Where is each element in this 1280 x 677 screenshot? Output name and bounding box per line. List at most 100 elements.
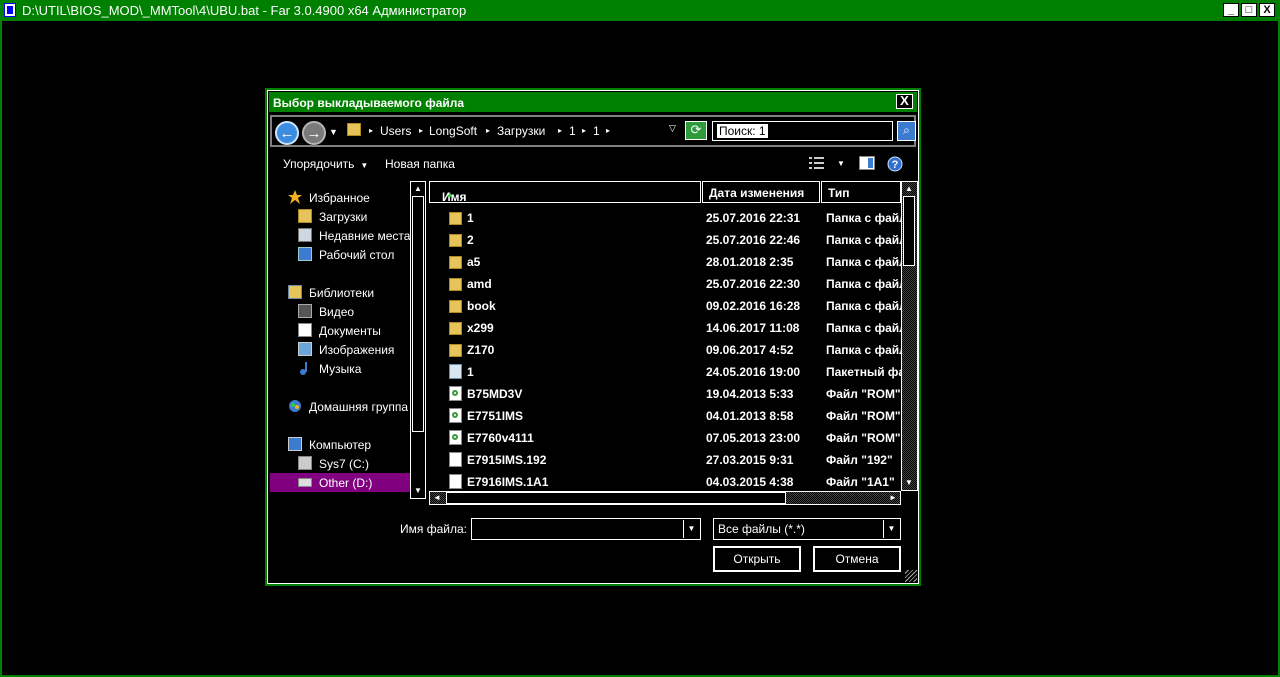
table-row[interactable]: 1 24.05.2016 19:00 Пакетный файл xyxy=(429,361,901,383)
desktop-icon xyxy=(298,247,312,261)
scroll-up-arrow[interactable]: ▲ xyxy=(902,182,916,196)
rom-file-icon xyxy=(449,408,462,423)
scroll-right-arrow[interactable]: ► xyxy=(886,491,900,503)
minimize-button[interactable]: _ xyxy=(1223,3,1239,17)
search-input[interactable]: Поиск: 1 xyxy=(712,121,893,141)
folder-icon xyxy=(449,322,462,335)
breadcrumb-folder-1-current[interactable]: 1 xyxy=(593,124,600,138)
nav-computer[interactable]: Компьютер xyxy=(270,435,411,454)
scroll-down-arrow[interactable]: ▼ xyxy=(902,476,916,490)
file-icon xyxy=(449,474,462,489)
file-list-vscrollbar[interactable]: ▲ ▼ xyxy=(901,181,918,491)
column-header-name[interactable]: Имя ▲ xyxy=(429,181,701,203)
file-name: 1 xyxy=(467,211,474,225)
breadcrumb[interactable]: ▸ Users ▸ LongSoft ▸ Загрузки ▸ 1 ▸ 1 ▸ xyxy=(345,120,708,142)
breadcrumb-folder-1[interactable]: 1 xyxy=(569,124,576,138)
breadcrumb-separator[interactable]: ▸ xyxy=(486,126,490,135)
chevron-down-icon[interactable]: ▼ xyxy=(883,520,899,538)
file-type-filter-select[interactable]: Все файлы (*.*) ▼ xyxy=(713,518,901,540)
navigation-scrollbar[interactable]: ▲ ▼ xyxy=(410,181,426,499)
table-row[interactable]: B75MD3V 19.04.2013 5:33 Файл "ROM" xyxy=(429,383,901,405)
nav-label: Музыка xyxy=(319,362,362,376)
table-row[interactable]: E7915IMS.192 27.03.2015 9:31 Файл "192" xyxy=(429,449,901,471)
nav-documents[interactable]: Документы xyxy=(270,321,411,340)
view-options-dropdown[interactable]: ▼ xyxy=(837,159,845,168)
system-drive-icon xyxy=(298,456,312,470)
preview-pane-icon[interactable] xyxy=(859,156,875,170)
scroll-thumb[interactable] xyxy=(412,196,424,432)
breadcrumb-separator[interactable]: ▸ xyxy=(606,126,610,135)
search-text: Поиск: 1 xyxy=(717,124,768,138)
close-button[interactable]: X xyxy=(1259,3,1275,17)
file-list-hscrollbar[interactable]: ◄ ► xyxy=(429,491,901,505)
resize-grip[interactable] xyxy=(905,570,917,582)
organize-label: Упорядочить xyxy=(283,157,355,171)
folder-icon xyxy=(449,212,462,225)
file-dialog: Выбор выкладываемого файла X ← → ▼ ▸ Use… xyxy=(265,88,921,586)
scroll-thumb[interactable] xyxy=(446,492,786,504)
file-type: Папка с файлами xyxy=(826,299,901,313)
recent-pages-dropdown[interactable]: ▼ xyxy=(329,127,338,137)
documents-icon xyxy=(298,323,312,337)
file-date: 25.07.2016 22:31 xyxy=(706,211,801,225)
table-row[interactable]: 2 25.07.2016 22:46 Папка с файлами xyxy=(429,229,901,251)
navigation-pane: Избранное Загрузки Недавние места Рабочи… xyxy=(270,181,411,499)
new-folder-button[interactable]: Новая папка xyxy=(385,157,455,171)
breadcrumb-separator[interactable]: ▸ xyxy=(369,126,373,135)
scroll-down-arrow[interactable]: ▼ xyxy=(411,484,425,498)
table-row[interactable]: amd 25.07.2016 22:30 Папка с файлами xyxy=(429,273,901,295)
nav-drive-d[interactable]: Other (D:) xyxy=(270,473,411,492)
table-row[interactable]: 1 25.07.2016 22:31 Папка с файлами xyxy=(429,207,901,229)
table-row[interactable]: E7760v4111 07.05.2013 23:00 Файл "ROM" xyxy=(429,427,901,449)
refresh-button[interactable]: ⟳ xyxy=(685,121,707,140)
table-row[interactable]: x299 14.06.2017 11:08 Папка с файлами xyxy=(429,317,901,339)
table-row[interactable]: book 09.02.2016 16:28 Папка с файлами xyxy=(429,295,901,317)
table-row[interactable]: a5 28.01.2018 2:35 Папка с файлами xyxy=(429,251,901,273)
nav-recent-places[interactable]: Недавние места xyxy=(270,226,411,245)
file-date: 25.07.2016 22:46 xyxy=(706,233,801,247)
nav-downloads[interactable]: Загрузки xyxy=(270,207,411,226)
dialog-close-button[interactable]: X xyxy=(896,94,913,109)
nav-favorites[interactable]: Избранное xyxy=(270,188,411,207)
organize-menu[interactable]: Упорядочить ▼ xyxy=(283,157,368,171)
sort-ascending-icon: ▲ xyxy=(446,190,454,199)
breadcrumb-separator[interactable]: ▸ xyxy=(582,126,586,135)
back-button[interactable]: ← xyxy=(275,121,299,145)
folder-icon xyxy=(449,234,462,247)
table-row[interactable]: E7751IMS 04.01.2013 8:58 Файл "ROM" xyxy=(429,405,901,427)
file-name: E7915IMS.192 xyxy=(467,453,547,467)
file-date: 14.06.2017 11:08 xyxy=(706,321,800,335)
search-button[interactable]: ⌕ xyxy=(897,121,916,141)
scroll-up-arrow[interactable]: ▲ xyxy=(411,182,425,196)
nav-homegroup[interactable]: Домашняя группа xyxy=(270,397,411,416)
file-date: 04.03.2015 4:38 xyxy=(706,475,794,489)
nav-drive-c[interactable]: Sys7 (C:) xyxy=(270,454,411,473)
breadcrumb-separator[interactable]: ▸ xyxy=(419,126,423,135)
nav-pictures[interactable]: Изображения xyxy=(270,340,411,359)
dialog-titlebar: Выбор выкладываемого файла X xyxy=(269,92,917,112)
breadcrumb-users[interactable]: Users xyxy=(380,124,411,138)
nav-video[interactable]: Видео xyxy=(270,302,411,321)
nav-music[interactable]: Музыка xyxy=(270,359,411,378)
view-options-icon[interactable] xyxy=(809,156,825,170)
table-row[interactable]: E7916IMS.1A1 04.03.2015 4:38 Файл "1A1" xyxy=(429,471,901,493)
file-type: Файл "ROM" xyxy=(826,409,901,423)
nav-libraries[interactable]: Библиотеки xyxy=(270,283,411,302)
address-history-dropdown[interactable]: ▽ xyxy=(669,123,676,134)
forward-button[interactable]: → xyxy=(302,121,326,145)
breadcrumb-longsoft[interactable]: LongSoft xyxy=(429,124,477,138)
scroll-thumb[interactable] xyxy=(903,196,915,266)
scroll-left-arrow[interactable]: ◄ xyxy=(430,491,444,503)
chevron-down-icon[interactable]: ▼ xyxy=(683,520,699,538)
cancel-button[interactable]: Отмена xyxy=(813,546,901,572)
breadcrumb-downloads[interactable]: Загрузки xyxy=(497,124,545,138)
table-row[interactable]: Z170 09.06.2017 4:52 Папка с файлами xyxy=(429,339,901,361)
open-button[interactable]: Открыть xyxy=(713,546,801,572)
column-header-date[interactable]: Дата изменения xyxy=(702,181,820,203)
breadcrumb-separator[interactable]: ▸ xyxy=(558,126,562,135)
nav-desktop[interactable]: Рабочий стол xyxy=(270,245,411,264)
filename-input[interactable]: ▼ xyxy=(471,518,701,540)
column-header-type[interactable]: Тип xyxy=(821,181,901,203)
help-icon[interactable]: ? xyxy=(887,156,903,172)
maximize-button[interactable]: □ xyxy=(1241,3,1257,17)
